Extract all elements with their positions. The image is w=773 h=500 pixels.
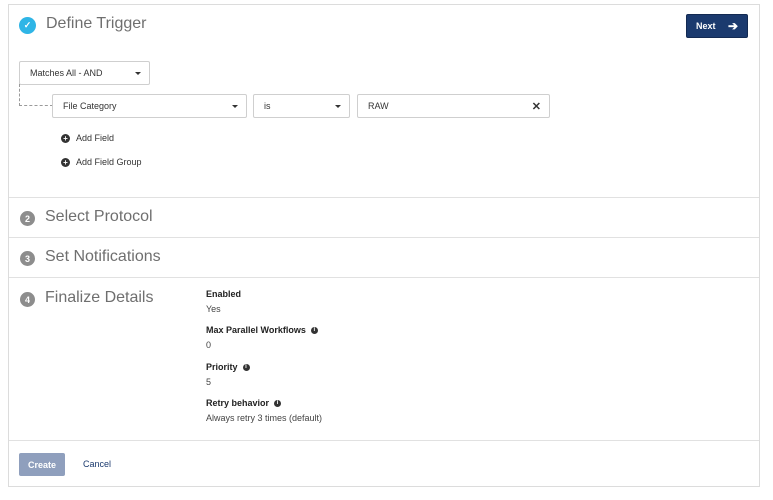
section-select-protocol[interactable]: 2 Select Protocol (9, 198, 759, 238)
next-button-label: Next (696, 21, 716, 31)
section-define-trigger: ✓ Define Trigger Next ➔ Matches All - AN… (9, 5, 759, 198)
step-number-badge: 2 (20, 211, 35, 226)
enabled-label: Enabled (206, 289, 242, 299)
step-complete-icon: ✓ (19, 17, 36, 34)
step-title-define-trigger: Define Trigger (46, 15, 147, 32)
priority-value: 5 (206, 377, 212, 387)
info-icon[interactable]: i (274, 399, 282, 407)
step-title-select-protocol: Select Protocol (45, 208, 153, 225)
step-title-finalize-details: Finalize Details (45, 289, 154, 306)
next-button[interactable]: Next ➔ (686, 14, 748, 38)
connector-line (19, 105, 53, 106)
enabled-value: Yes (206, 304, 221, 314)
workflow-panel: ✓ Define Trigger Next ➔ Matches All - AN… (8, 4, 760, 487)
chevron-down-icon (232, 105, 238, 108)
priority-label: Priority i (206, 362, 250, 372)
retry-label: Retry behavior i (206, 398, 282, 408)
value-input[interactable]: RAW ✕ (357, 94, 550, 118)
step-title-set-notifications: Set Notifications (45, 248, 161, 265)
add-field-link[interactable]: + Add Field (61, 133, 114, 143)
info-icon[interactable]: i (310, 326, 318, 334)
chevron-down-icon (335, 105, 341, 108)
add-field-label: Add Field (76, 133, 115, 143)
max-parallel-label: Max Parallel Workflows i (206, 325, 318, 335)
step-number-badge: 3 (20, 251, 35, 266)
connector-line (19, 84, 20, 106)
plus-circle-icon: + (61, 157, 70, 167)
section-finalize-details: 4 Finalize Details Enabled Yes Max Paral… (9, 278, 759, 441)
add-field-group-label: Add Field Group (76, 157, 142, 167)
close-icon[interactable]: ✕ (532, 100, 541, 113)
match-mode-value: Matches All - AND (30, 68, 103, 78)
operator-select[interactable]: is (253, 94, 350, 118)
section-set-notifications[interactable]: 3 Set Notifications (9, 238, 759, 278)
chevron-down-icon (135, 72, 141, 75)
info-icon[interactable]: i (242, 363, 250, 371)
cancel-link[interactable]: Cancel (83, 459, 111, 469)
create-button[interactable]: Create (19, 453, 65, 476)
max-parallel-value: 0 (206, 340, 212, 350)
field-value: File Category (63, 101, 117, 111)
plus-circle-icon: + (61, 133, 70, 143)
step-number-badge: 4 (20, 292, 35, 307)
operator-value: is (264, 101, 271, 111)
arrow-right-icon: ➔ (727, 19, 738, 33)
retry-value: Always retry 3 times (default) (206, 413, 323, 423)
add-field-group-link[interactable]: + Add Field Group (61, 157, 142, 167)
value-text: RAW (368, 101, 389, 111)
field-select[interactable]: File Category (52, 94, 247, 118)
match-mode-select[interactable]: Matches All - AND (19, 61, 150, 85)
